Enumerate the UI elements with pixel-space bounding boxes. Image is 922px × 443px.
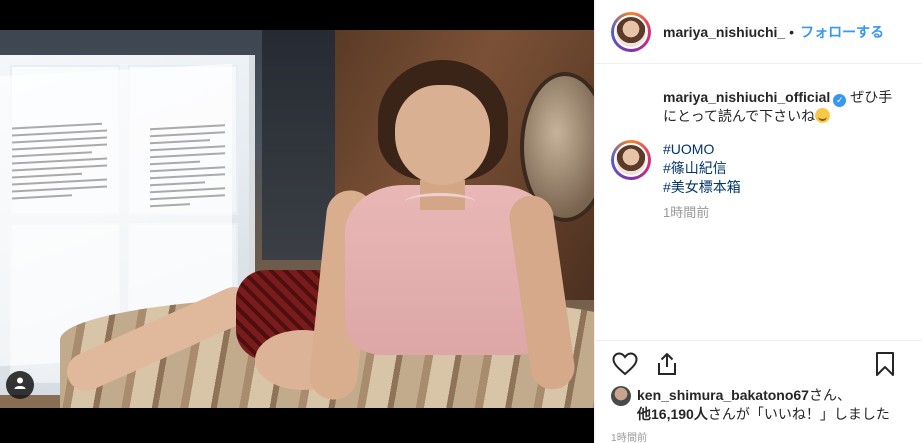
hashtag-comment: #UOMO #篠山紀信 #美女標本箱 1時間前 [611, 140, 906, 222]
action-bar [595, 340, 922, 386]
caption-username[interactable]: mariya_nishiuchi_official [663, 89, 830, 105]
hashtag-body: #UOMO #篠山紀信 #美女標本箱 1時間前 [663, 140, 901, 222]
post-sidebar: mariya_nishiuchi_ • フォローする mariya_nishiu… [594, 0, 922, 443]
hashtag-uomo[interactable]: #UOMO [663, 140, 901, 159]
post-timestamp[interactable]: 1時間前 [611, 429, 647, 443]
likes-text: ken_shimura_bakatono67さん、 他16,190人さんが「いい… [637, 386, 890, 424]
caption-comment: mariya_nishiuchi_official ✓ ぜひ手 にとって読んで下さい… [611, 88, 906, 126]
heart-icon [612, 351, 638, 375]
model-face [395, 85, 490, 185]
likes-count[interactable]: 16,190人 [651, 406, 708, 422]
header-separator: • [789, 23, 795, 40]
comments-section: mariya_nishiuchi_official ✓ ぜひ手 にとって読んで下さい… [595, 64, 922, 222]
comment-time[interactable]: 1時間前 [663, 203, 901, 222]
hashtag-bijo-hyohon[interactable]: #美女標本箱 [663, 178, 901, 197]
caption-body: mariya_nishiuchi_official ✓ ぜひ手 にとって読んで下さい… [663, 88, 901, 126]
follow-button[interactable]: フォローする [800, 22, 884, 42]
author-username[interactable]: mariya_nishiuchi_ [663, 24, 785, 40]
caption-text-1: ぜひ手 [850, 89, 893, 105]
smile-emoji-icon [815, 108, 831, 123]
save-button[interactable] [871, 350, 899, 378]
liker-username[interactable]: ken_shimura_bakatono67 [637, 387, 809, 403]
caption-text-2: にとって読んで下さいね [663, 108, 816, 124]
likes-others-prefix: 他 [637, 406, 651, 422]
likes-suffix: さんが「いいね！」しました [707, 406, 890, 422]
verified-badge-icon: ✓ [833, 94, 847, 107]
commenter-avatar[interactable] [611, 140, 651, 180]
instagram-post: mariya_nishiuchi_ • フォローする mariya_nishiu… [0, 0, 922, 443]
like-button[interactable] [611, 350, 639, 378]
post-media [0, 0, 594, 443]
user-tag-button[interactable] [6, 371, 34, 399]
likes-summary: ken_shimura_bakatono67さん、 他16,190人さんが「いい… [611, 386, 890, 424]
hashtag-shinoyama[interactable]: #篠山紀信 [663, 159, 901, 178]
likes-san: さん、 [808, 387, 851, 403]
share-button[interactable] [653, 350, 681, 378]
bookmark-icon [876, 351, 894, 376]
author-avatar[interactable] [611, 11, 651, 52]
user-tag-icon [13, 376, 27, 395]
post-photo[interactable] [0, 30, 594, 408]
dress-ribbon [405, 193, 475, 211]
share-icon [658, 352, 676, 375]
post-header: mariya_nishiuchi_ • フォローする [595, 0, 922, 64]
liker-avatar[interactable] [611, 386, 631, 406]
